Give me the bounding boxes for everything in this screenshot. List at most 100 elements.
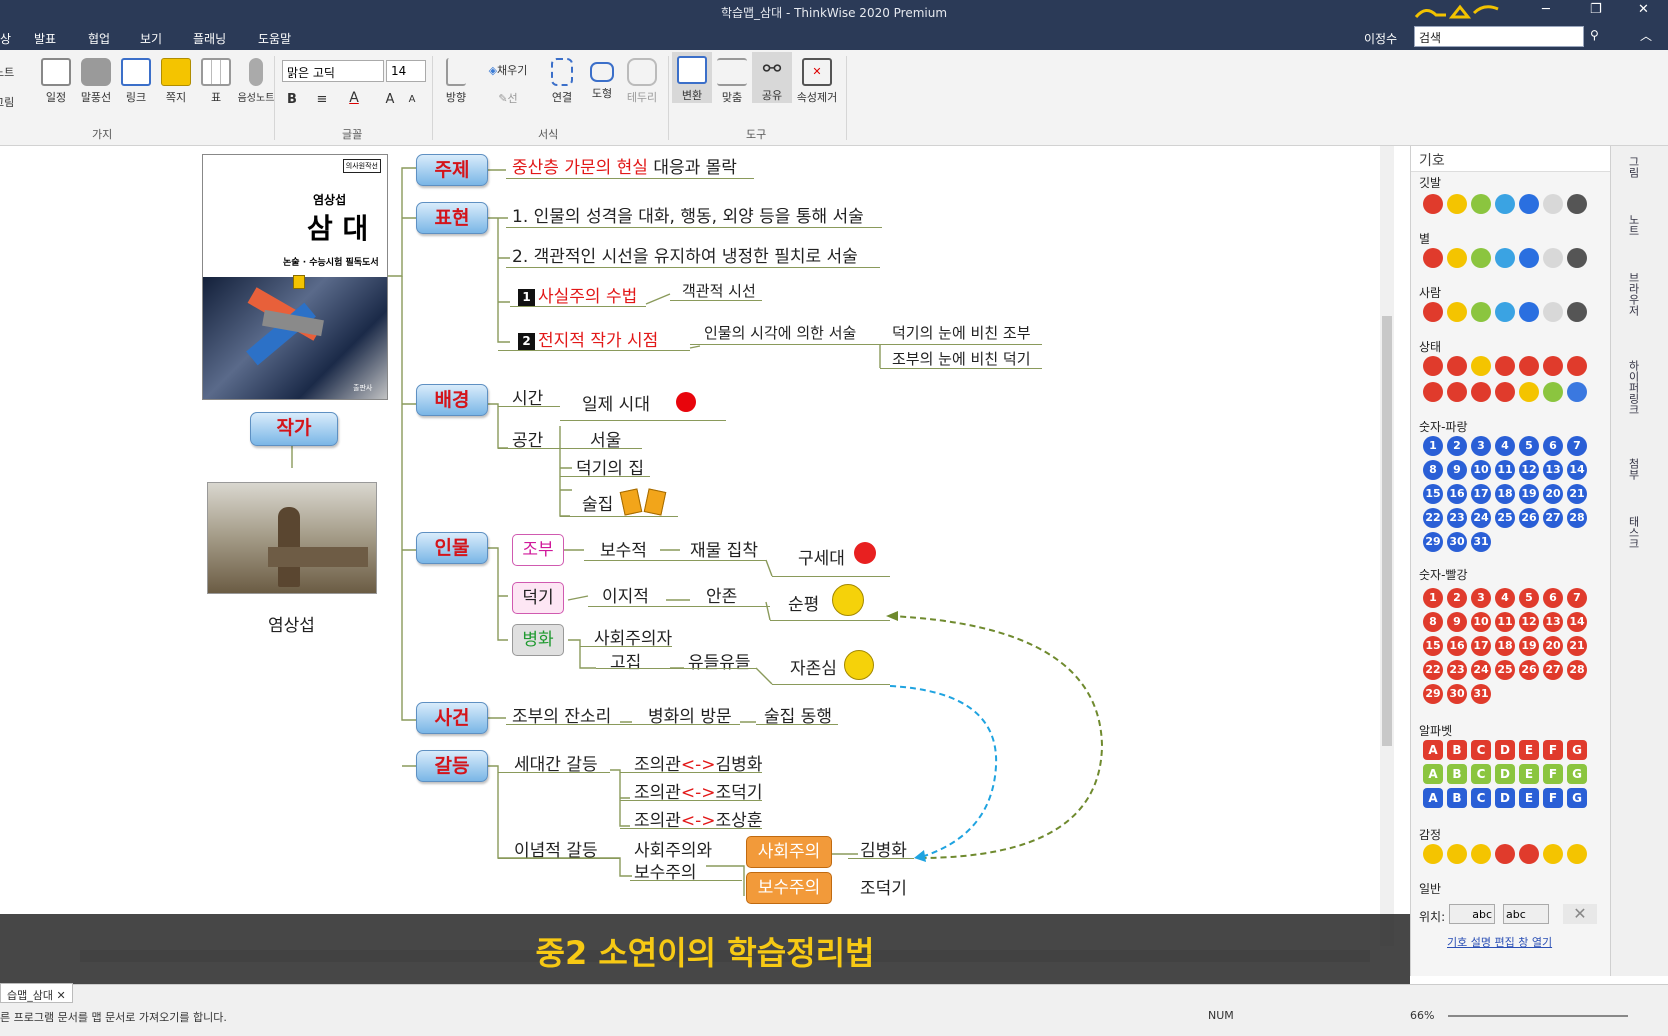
fill-button[interactable]: ◈채우기 — [478, 62, 538, 78]
number-blue-icon[interactable]: 4 — [1495, 436, 1515, 456]
search-icon[interactable]: ⚲ — [1590, 28, 1599, 42]
topic-setting[interactable]: 배경 — [416, 384, 488, 416]
emotion-icon[interactable] — [1567, 844, 1587, 864]
person-icon[interactable] — [1423, 302, 1443, 322]
topic-events[interactable]: 사건 — [416, 702, 488, 734]
number-blue-icon[interactable]: 1 — [1423, 436, 1443, 456]
number-red-icon[interactable]: 9 — [1447, 612, 1467, 632]
person-icon[interactable] — [1567, 302, 1587, 322]
person-icon[interactable] — [1543, 302, 1563, 322]
status-icon[interactable] — [1447, 382, 1467, 402]
flag-icon[interactable] — [1543, 194, 1563, 214]
zoom-level[interactable]: 66% — [1410, 1009, 1434, 1022]
char-grandpa[interactable]: 조부 — [512, 534, 564, 566]
flag-icon[interactable] — [1471, 194, 1491, 214]
number-blue-icon[interactable]: 30 — [1447, 532, 1467, 552]
number-red-icon[interactable]: 28 — [1567, 660, 1587, 680]
number-red-icon[interactable]: 16 — [1447, 636, 1467, 656]
book-cover-image[interactable]: 의사원작선 염상섭 삼 대 논술 · 수능시험 필독도서 출판사 — [202, 154, 388, 400]
number-blue-icon[interactable]: 26 — [1519, 508, 1539, 528]
socialism-box[interactable]: 사회주의 — [746, 836, 832, 868]
status-icon[interactable] — [1543, 356, 1563, 376]
number-blue-icon[interactable]: 6 — [1543, 436, 1563, 456]
status-icon[interactable] — [1567, 356, 1587, 376]
char-grandpa-trait2[interactable]: 재물 집착 — [690, 536, 758, 561]
author-photo[interactable] — [207, 482, 377, 594]
letter-icon[interactable]: G — [1567, 764, 1587, 784]
number-blue-icon[interactable]: 29 — [1423, 532, 1443, 552]
setting-time-value[interactable]: 일제 시대 — [582, 390, 650, 415]
tab-hyperlink[interactable]: 하이퍼링크 — [1625, 360, 1641, 415]
conservatism-jo[interactable]: 조덕기 — [860, 874, 907, 899]
number-red-icon[interactable]: 17 — [1471, 636, 1491, 656]
status-icon[interactable] — [1567, 382, 1587, 402]
person-icon[interactable] — [1471, 302, 1491, 322]
number-red-icon[interactable]: 1 — [1423, 588, 1443, 608]
note-button[interactable]: 노트 — [0, 64, 24, 80]
char-byeonghwa-trait4[interactable]: 자존심 — [790, 654, 837, 679]
number-blue-icon[interactable]: 27 — [1543, 508, 1563, 528]
letter-icon[interactable]: B — [1447, 788, 1467, 808]
direction-button[interactable]: 방향 — [436, 54, 476, 105]
shape-button[interactable]: 도형 — [582, 54, 622, 101]
bold-button[interactable]: B — [282, 92, 302, 107]
number-red-icon[interactable]: 27 — [1543, 660, 1563, 680]
char-deokgi-trait1[interactable]: 이지적 — [602, 582, 649, 607]
number-blue-icon[interactable]: 7 — [1567, 436, 1587, 456]
setting-bar[interactable]: 술집 — [582, 490, 613, 515]
expr-realism[interactable]: 1 사실주의 수법 — [518, 282, 637, 307]
letter-icon[interactable]: A — [1423, 764, 1443, 784]
letter-icon[interactable]: B — [1447, 764, 1467, 784]
expr-1[interactable]: 1. 인물의 성격을 대화, 행동, 외양 등을 통해 서술 — [512, 202, 864, 227]
star-icon[interactable] — [1519, 248, 1539, 268]
topic-theme[interactable]: 주제 — [416, 154, 488, 186]
status-icon[interactable] — [1543, 382, 1563, 402]
letter-icon[interactable]: B — [1447, 740, 1467, 760]
number-blue-icon[interactable]: 17 — [1471, 484, 1491, 504]
letter-icon[interactable]: F — [1543, 788, 1563, 808]
char-byeonghwa-trait2[interactable]: 고집 — [610, 648, 641, 673]
letter-icon[interactable]: G — [1567, 740, 1587, 760]
connect-button[interactable]: 연결 — [542, 54, 582, 105]
number-blue-icon[interactable]: 5 — [1519, 436, 1539, 456]
star-icon[interactable] — [1423, 248, 1443, 268]
font-size-select[interactable]: 14 — [386, 60, 426, 82]
restore-button[interactable]: ❐ — [1590, 2, 1602, 17]
number-blue-icon[interactable]: 15 — [1423, 484, 1443, 504]
number-blue-icon[interactable]: 31 — [1471, 532, 1491, 552]
share-button[interactable]: ⚯ 공유 — [752, 52, 792, 103]
theme-node[interactable]: 중산층 가문의 현실 대응과 몰락 — [512, 153, 737, 178]
char-byeonghwa[interactable]: 병화 — [512, 624, 564, 656]
edit-symbol-link[interactable]: 기호 설명 편집 창 열기 — [1447, 934, 1552, 950]
star-icon[interactable] — [1567, 248, 1587, 268]
letter-icon[interactable]: E — [1519, 764, 1539, 784]
remove-props-button[interactable]: ✕ 속성제거 — [792, 54, 842, 105]
user-name[interactable]: 이정수 — [1364, 30, 1397, 47]
tab-task[interactable]: 태스크 — [1625, 516, 1641, 549]
letter-icon[interactable]: G — [1567, 788, 1587, 808]
number-red-icon[interactable]: 5 — [1519, 588, 1539, 608]
menu-help[interactable]: 도움말 — [258, 30, 291, 47]
number-red-icon[interactable]: 26 — [1519, 660, 1539, 680]
letter-icon[interactable]: C — [1471, 740, 1491, 760]
char-deokgi[interactable]: 덕기 — [512, 582, 564, 614]
number-red-icon[interactable]: 18 — [1495, 636, 1515, 656]
emotion-icon[interactable] — [1423, 844, 1443, 864]
number-red-icon[interactable]: 24 — [1471, 660, 1491, 680]
clear-position-icon[interactable]: ✕ — [1563, 904, 1597, 924]
flag-icon[interactable] — [1495, 194, 1515, 214]
number-blue-icon[interactable]: 8 — [1423, 460, 1443, 480]
number-blue-icon[interactable]: 13 — [1543, 460, 1563, 480]
table-button[interactable]: 표 — [196, 54, 236, 105]
status-icon[interactable] — [1471, 382, 1491, 402]
border-button[interactable]: 테두리 — [622, 54, 662, 105]
menu-collab[interactable]: 협업 — [88, 30, 110, 47]
number-blue-icon[interactable]: 3 — [1471, 436, 1491, 456]
number-red-icon[interactable]: 15 — [1423, 636, 1443, 656]
number-blue-icon[interactable]: 2 — [1447, 436, 1467, 456]
align-icon[interactable]: ≡ — [312, 92, 332, 107]
letter-icon[interactable]: F — [1543, 740, 1563, 760]
emotion-icon[interactable] — [1471, 844, 1491, 864]
shrink-font-icon[interactable]: A — [402, 94, 422, 105]
memo-button[interactable]: 쪽지 — [156, 54, 196, 105]
